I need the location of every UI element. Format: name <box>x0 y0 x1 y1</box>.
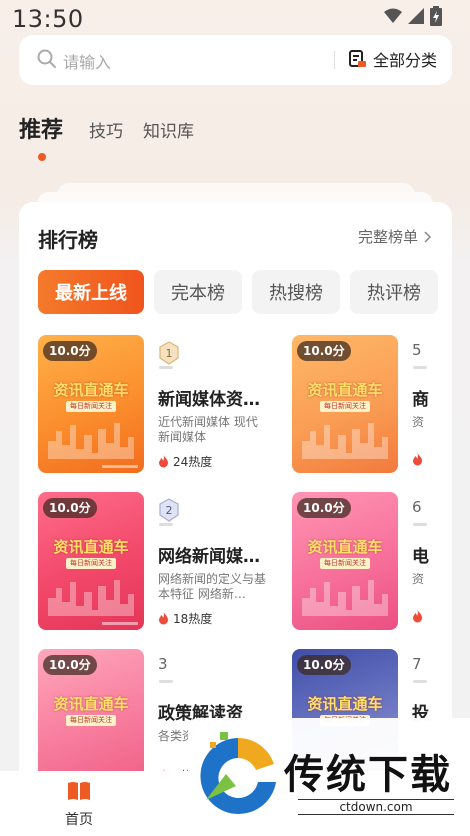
book-description: 资 <box>412 572 425 586</box>
ranking-title: 排行榜 <box>38 228 98 252</box>
cover-title: 资讯直通车 <box>53 381 129 399</box>
book-item[interactable]: 10.0分 资讯直通车 每日新闻关注 5 商 资 <box>292 335 452 475</box>
cover-footer-line <box>102 622 138 625</box>
wifi-icon <box>384 8 402 23</box>
book-title: 电 <box>412 547 429 567</box>
book-open-icon <box>68 782 90 800</box>
book-item[interactable]: 10.0分 资讯直通车 每日新闻关注 2 网络新闻媒… 网络新闻的定义与基本特征… <box>38 492 278 632</box>
cover-subtitle: 每日新闻关注 <box>66 558 116 569</box>
book-title: 新闻媒体资… <box>158 390 260 410</box>
rank-number: 3 <box>158 655 168 673</box>
book-description: 近代新闻媒体 现代新闻媒体 <box>158 415 258 444</box>
cover-footer-line <box>102 465 138 468</box>
city-skyline-graphic <box>48 423 134 459</box>
cover-title: 资讯直通车 <box>307 695 383 713</box>
nav-home[interactable]: 首页 <box>56 781 102 829</box>
battery-icon <box>430 6 442 26</box>
cover-subtitle: 每日新闻关注 <box>320 401 370 412</box>
book-cover: 10.0分 资讯直通车 每日新闻关注 <box>38 492 144 630</box>
search-input[interactable]: 请输入 <box>63 49 111 73</box>
rank-underline <box>413 680 427 683</box>
chip-hot-search[interactable]: 热搜榜 <box>252 270 340 314</box>
chip-latest[interactable]: 最新上线 <box>38 270 144 314</box>
watermark-brand: 传统下载 <box>284 752 452 798</box>
all-categories-button[interactable]: 全部分类 <box>348 47 437 71</box>
score-badge: 10.0分 <box>297 341 351 361</box>
city-skyline-graphic <box>302 423 388 459</box>
book-title: 网络新闻媒… <box>158 547 260 567</box>
score-badge: 10.0分 <box>297 655 351 675</box>
rank-underline <box>413 523 427 526</box>
score-badge: 10.0分 <box>43 341 97 361</box>
rank-underline <box>159 680 173 683</box>
heat-indicator <box>412 453 423 466</box>
full-list-link[interactable]: 完整榜单 <box>358 226 432 247</box>
flame-icon <box>413 453 422 466</box>
book-cover: 10.0分 资讯直通车 每日新闻关注 <box>38 335 144 473</box>
flame-icon <box>159 455 168 468</box>
status-time: 13:50 <box>12 5 84 33</box>
cover-subtitle: 每日新闻关注 <box>66 715 116 726</box>
tab-knowledge-base[interactable]: 知识库 <box>143 117 194 142</box>
book-cover: 10.0分 资讯直通车 每日新闻关注 <box>292 492 398 630</box>
cover-title: 资讯直通车 <box>53 538 129 556</box>
rank-number: 6 <box>412 498 422 516</box>
cover-title: 资讯直通车 <box>53 695 129 713</box>
chip-completed[interactable]: 完本榜 <box>154 270 242 314</box>
score-badge: 10.0分 <box>43 655 97 675</box>
all-categories-label: 全部分类 <box>373 51 438 70</box>
rank-number: 5 <box>412 341 422 359</box>
heat-indicator: 18热度 <box>158 610 212 627</box>
flame-icon <box>413 610 422 623</box>
book-description: 资 <box>412 415 425 429</box>
status-icons <box>384 6 442 26</box>
flame-icon <box>159 612 168 625</box>
heat-text: 24热度 <box>173 455 213 469</box>
watermark-url: ctdown.com <box>298 799 454 815</box>
chevron-right-icon <box>424 230 432 243</box>
chip-hot-review[interactable]: 热评榜 <box>350 270 438 314</box>
heat-indicator: 24热度 <box>158 453 212 470</box>
book-cover: 10.0分 资讯直通车 每日新闻关注 <box>292 335 398 473</box>
cover-title: 资讯直通车 <box>307 381 383 399</box>
watermark-logo <box>200 732 276 814</box>
search-bar[interactable]: 请输入 全部分类 <box>19 35 452 85</box>
watermark-overlay: 传统下载 ctdown.com <box>188 718 470 836</box>
rank-underline <box>159 523 173 526</box>
search-icon <box>37 49 56 68</box>
heat-text: 18热度 <box>173 612 213 626</box>
category-icon <box>349 50 366 67</box>
full-list-label: 完整榜单 <box>357 228 418 246</box>
score-badge: 10.0分 <box>297 498 351 518</box>
cover-subtitle: 每日新闻关注 <box>66 401 116 412</box>
rank-number: 7 <box>412 655 422 673</box>
book-cover: 10.0分 资讯直通车 每日新闻关注 <box>38 649 144 787</box>
search-divider <box>334 51 335 69</box>
book-description: 网络新闻的定义与基本特征 网络新… <box>158 572 266 601</box>
book-title: 商 <box>412 390 429 410</box>
rank-underline <box>159 366 173 369</box>
score-badge: 10.0分 <box>43 498 97 518</box>
city-skyline-graphic <box>48 580 134 616</box>
silver-medal-icon: 2 <box>159 498 179 522</box>
status-bar: 13:50 <box>0 0 470 36</box>
top-tabs: 推荐 技巧 知识库 <box>19 112 214 144</box>
rank-number: 2 <box>166 504 173 517</box>
signal-icon <box>408 8 424 24</box>
rank-underline <box>413 366 427 369</box>
book-item[interactable]: 10.0分 资讯直通车 每日新闻关注 1 新闻媒体资… 近代新闻媒体 现代新闻媒… <box>38 335 278 475</box>
city-skyline-graphic <box>302 580 388 616</box>
gold-medal-icon: 1 <box>159 341 179 365</box>
ranking-chips: 最新上线 完本榜 热搜榜 热评榜 <box>38 270 438 314</box>
cover-title: 资讯直通车 <box>307 538 383 556</box>
rank-number: 1 <box>166 347 173 360</box>
tab-recommend[interactable]: 推荐 <box>19 112 63 144</box>
book-item[interactable]: 10.0分 资讯直通车 每日新闻关注 6 电 资 <box>292 492 452 632</box>
nav-home-label: 首页 <box>65 812 93 828</box>
active-tab-indicator <box>38 153 46 161</box>
heat-indicator <box>412 610 423 623</box>
cover-subtitle: 每日新闻关注 <box>320 558 370 569</box>
tab-tips[interactable]: 技巧 <box>89 117 123 142</box>
